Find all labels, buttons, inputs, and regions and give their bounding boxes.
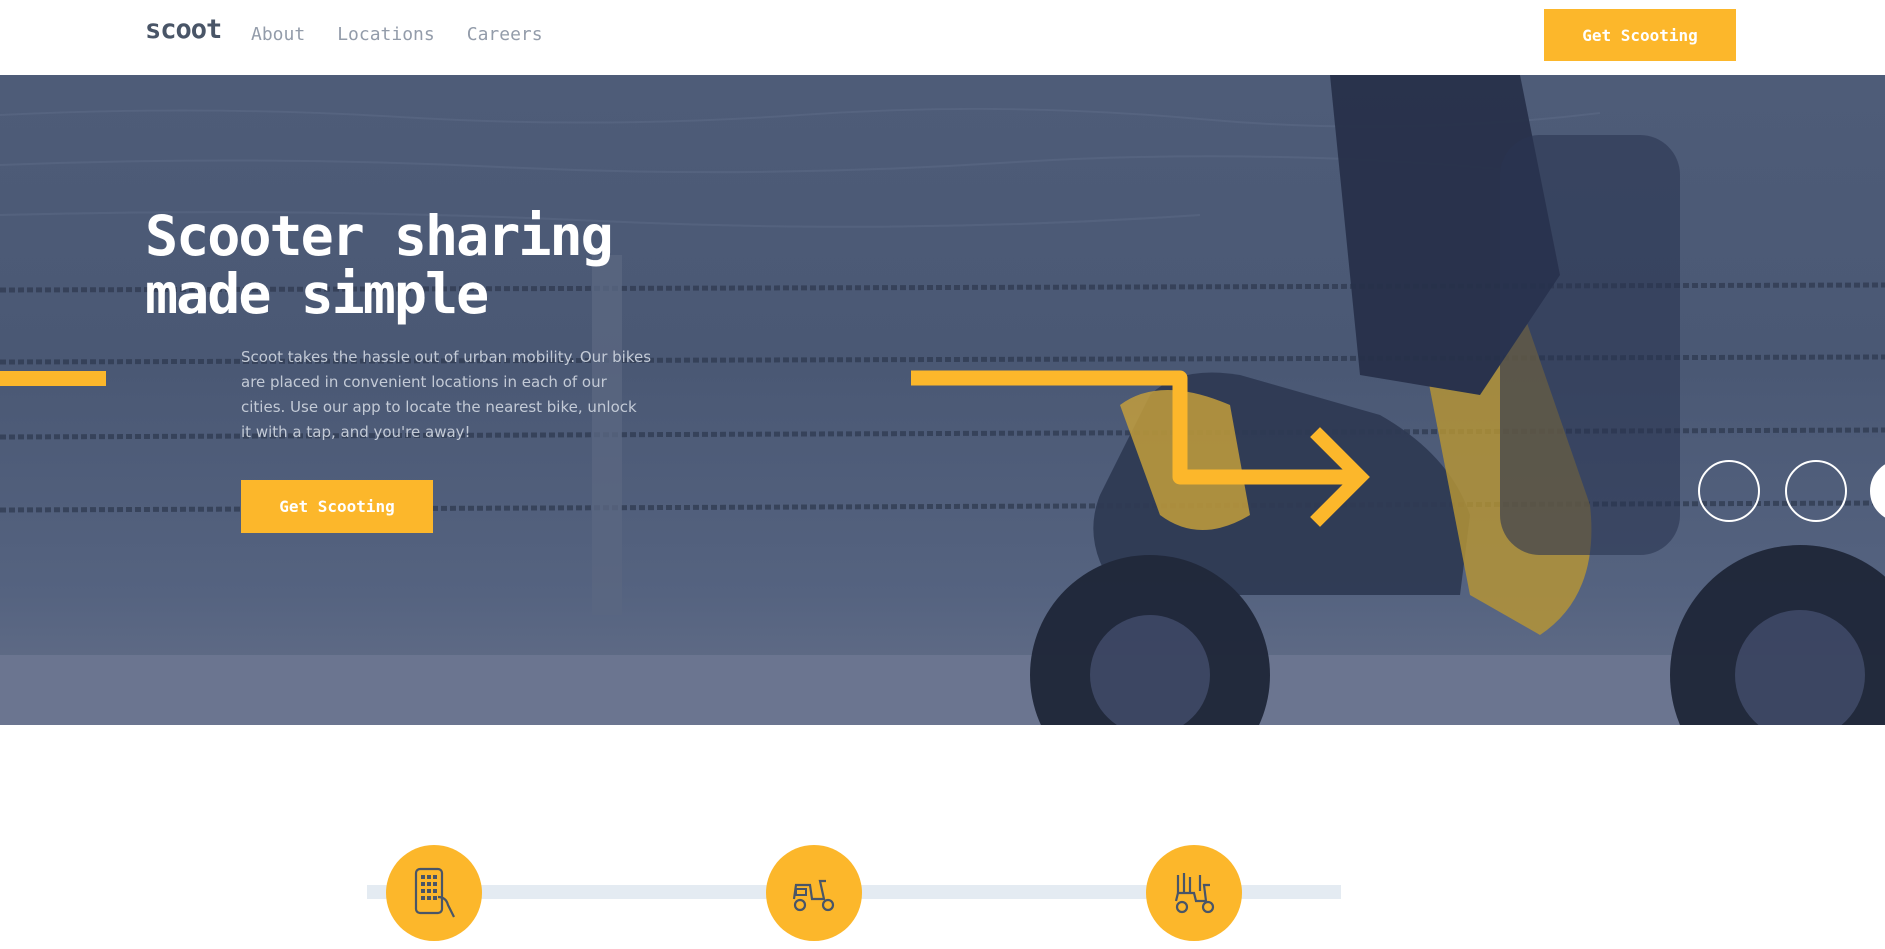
- feature-circle-city: [1146, 845, 1242, 941]
- scooter-icon: [792, 879, 835, 912]
- city-scooter-icon: [1174, 873, 1215, 914]
- phone-app-icon: [414, 867, 455, 918]
- logo[interactable]: scoot: [145, 14, 222, 45]
- feature-circle-scooter: [766, 845, 862, 941]
- features-section: [0, 725, 1885, 949]
- slider-dot-2[interactable]: [1785, 460, 1847, 522]
- header-get-scooting-button[interactable]: Get Scooting: [1544, 9, 1736, 61]
- site-header: scoot About Locations Careers Get Scooti…: [0, 0, 1885, 75]
- hero-title: Scooter sharing made simple: [145, 204, 614, 326]
- slider-dot-1[interactable]: [1698, 460, 1760, 522]
- nav-link-about[interactable]: About: [251, 24, 305, 45]
- hero-description: Scoot takes the hassle out of urban mobi…: [241, 348, 652, 441]
- hero-section: Scooter sharing made simple Scoot takes …: [0, 75, 1885, 725]
- nav-link-locations[interactable]: Locations: [337, 24, 435, 45]
- nav-link-careers[interactable]: Careers: [467, 24, 543, 45]
- feature-circle-app: [386, 845, 482, 941]
- hero-get-scooting-button[interactable]: Get Scooting: [241, 480, 433, 533]
- main-nav: About Locations Careers: [251, 24, 543, 45]
